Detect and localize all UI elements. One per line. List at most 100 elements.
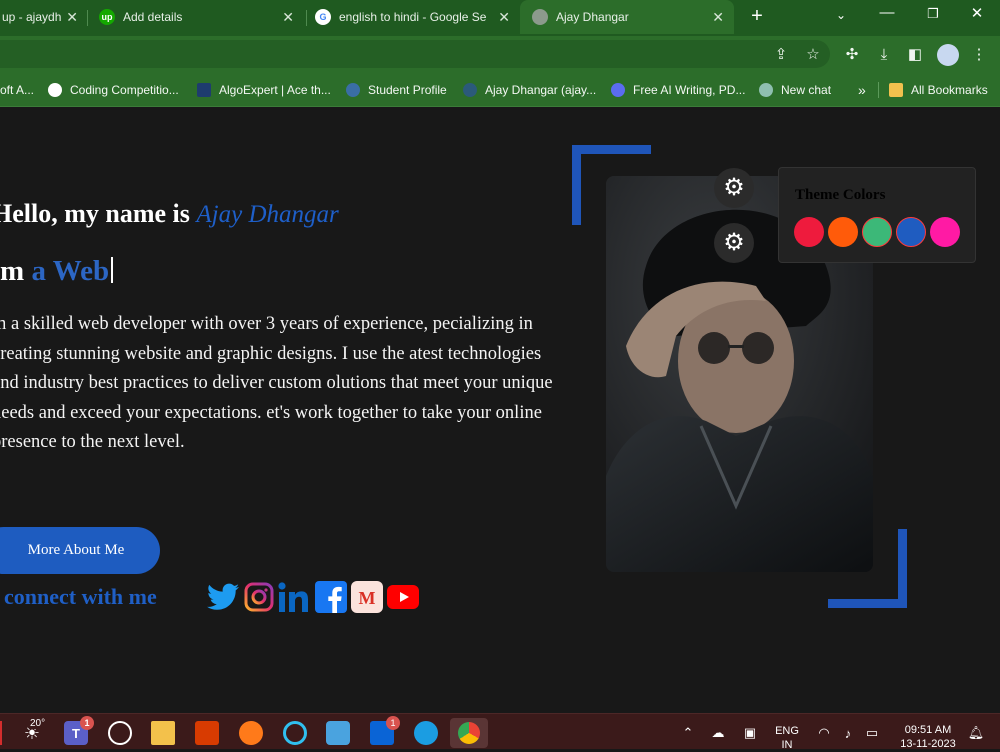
address-bar[interactable]: ⇪ ☆ — [0, 40, 830, 68]
theme-swatch-blue[interactable] — [896, 217, 926, 247]
download-icon[interactable]: ⤓ — [875, 45, 893, 63]
tab-strip: up - ajaydh ✕ up Add details ✕ G english… — [0, 0, 1000, 36]
extensions-icon[interactable]: ✣ — [843, 45, 861, 63]
close-icon[interactable]: ✕ — [66, 9, 78, 26]
bookmark-label: New chat — [781, 83, 832, 97]
github-desktop-icon[interactable] — [108, 721, 132, 745]
bookmark-item[interactable]: Student Profile — [346, 81, 447, 99]
folder-icon — [889, 83, 903, 97]
connect-heading: connect with me — [4, 584, 157, 609]
theme-swatch-red[interactable] — [794, 217, 824, 247]
gear-icon: ⚙ — [723, 229, 745, 256]
all-bookmarks-button[interactable]: All Bookmarks — [889, 81, 988, 99]
weather-widget[interactable]: ☀ 20° — [20, 718, 46, 745]
star-icon[interactable]: ☆ — [804, 45, 822, 63]
greeting-text: Hello, my name is — [0, 199, 197, 228]
bookmark-label: Ajay Dhangar (ajay... — [485, 83, 597, 97]
side-panel-icon[interactable]: ◧ — [906, 45, 924, 63]
bookmark-item[interactable]: oft A... — [0, 81, 34, 99]
bookmark-item[interactable]: Free AI Writing, PD... — [611, 81, 745, 99]
share-icon[interactable]: ⇪ — [772, 45, 790, 63]
teams-icon[interactable]: T 1 — [64, 716, 94, 745]
close-window-button[interactable]: ✕ — [962, 4, 992, 22]
youtube-icon[interactable] — [386, 580, 420, 614]
frame-corner-bottom — [898, 529, 907, 608]
weather-temp: 20° — [30, 718, 46, 729]
github-icon — [463, 83, 477, 97]
hero-description: m a skilled web developer with over 3 ye… — [0, 314, 553, 453]
more-about-me-button[interactable]: More About Me — [0, 527, 160, 574]
bookmark-label: All Bookmarks — [911, 83, 988, 97]
gmail-icon[interactable]: M — [350, 580, 384, 614]
wifi-icon[interactable]: ◠ — [812, 721, 836, 745]
hero-greeting: Hello, my name is Ajay Dhangar — [0, 199, 339, 229]
app-tray-icon[interactable]: ▣ — [738, 721, 762, 745]
chrome-taskbar-button[interactable] — [450, 718, 488, 748]
algoexpert-icon — [197, 83, 211, 97]
minimize-button[interactable]: — — [872, 4, 902, 21]
facebook-icon[interactable] — [314, 580, 348, 614]
google-icon: G — [315, 9, 331, 25]
app-icon[interactable] — [0, 721, 2, 745]
tab-ajay-dhangar[interactable]: Ajay Dhangar ✕ — [520, 0, 734, 34]
tab-upwork-profile[interactable]: up - ajaydh ✕ — [0, 0, 84, 34]
role-typed-text: a Web — [31, 255, 110, 287]
chrome-icon — [458, 722, 480, 744]
close-icon[interactable]: ✕ — [498, 9, 510, 26]
bookmark-label: Student Profile — [368, 83, 447, 97]
volume-icon[interactable]: ♪ — [836, 721, 860, 745]
tab-add-details[interactable]: up Add details ✕ — [99, 0, 304, 34]
google-icon — [48, 83, 62, 97]
cloud-icon[interactable]: ☁ — [706, 721, 730, 745]
theme-swatch-orange[interactable] — [828, 217, 858, 247]
bookmark-label: Coding Competitio... — [70, 83, 179, 97]
tab-google-translate[interactable]: G english to hindi - Google Se ✕ — [315, 0, 520, 34]
theme-swatch-green[interactable] — [862, 217, 892, 247]
twitter-icon[interactable] — [206, 580, 240, 614]
settings-gear-button[interactable]: ⚙ — [714, 168, 754, 208]
bookmark-item[interactable]: Coding Competitio... — [48, 81, 179, 99]
tab-title: Add details — [123, 10, 183, 24]
menu-icon[interactable]: ⋮ — [970, 45, 988, 63]
file-explorer-icon[interactable] — [151, 721, 175, 745]
tab-title: Ajay Dhangar — [556, 10, 629, 24]
browser-toolbar: ⇪ ☆ ✣ ⤓ ◧ ⋮ — [0, 36, 1000, 72]
language-indicator[interactable]: ENG IN — [770, 724, 804, 752]
linkedin-icon[interactable] — [278, 580, 312, 614]
frame-corner-bottom — [828, 599, 907, 608]
cortana-icon[interactable] — [283, 721, 307, 745]
frame-corner-top — [572, 145, 581, 225]
edge-icon[interactable] — [414, 721, 438, 745]
clock[interactable]: 09:51 AM 13-11-2023 — [890, 723, 966, 751]
theme-toggle-gear-button[interactable]: ⚙ — [714, 223, 754, 263]
avatar[interactable] — [937, 44, 959, 66]
battery-icon[interactable]: ▭ — [860, 721, 884, 745]
chevron-down-icon[interactable]: ⌄ — [826, 8, 856, 22]
chevron-up-icon[interactable]: ⌃ — [676, 721, 700, 745]
notification-bell-icon[interactable]: 🔔︎ — [964, 721, 988, 745]
mail-icon[interactable]: 1 — [370, 716, 400, 745]
firefox-icon[interactable] — [239, 721, 263, 745]
photos-icon[interactable] — [326, 721, 350, 745]
restore-button[interactable]: ❐ — [918, 6, 948, 22]
bookmark-label: Free AI Writing, PD... — [633, 83, 746, 97]
chatgpt-icon — [759, 83, 773, 97]
tab-title: english to hindi - Google Se — [339, 10, 487, 24]
bookmark-item[interactable]: AlgoExpert | Ace th... — [197, 81, 331, 99]
windows-taskbar: ☀ 20° T 1 1 ⌃ ☁ ▣ ENG IN ◠ ♪ ▭ 09:51 AM … — [0, 713, 1000, 752]
frame-corner-top — [572, 145, 651, 154]
more-bookmarks-button[interactable]: » — [858, 81, 866, 99]
theme-swatch-pink[interactable] — [930, 217, 960, 247]
hero-role: 'm a Web — [0, 255, 114, 288]
office-icon[interactable] — [195, 721, 219, 745]
new-tab-button[interactable]: + — [742, 5, 772, 28]
bookmark-item[interactable]: Ajay Dhangar (ajay... — [463, 81, 596, 99]
instagram-icon[interactable] — [242, 580, 276, 614]
globe-icon — [532, 9, 548, 25]
bookmark-item[interactable]: New chat — [759, 81, 831, 99]
close-icon[interactable]: ✕ — [282, 9, 294, 26]
lang-bottom: IN — [781, 739, 793, 751]
close-icon[interactable]: ✕ — [712, 9, 724, 26]
bookmark-label: oft A... — [0, 83, 35, 97]
bookmarks-bar: oft A... Coding Competitio... AlgoExpert… — [0, 72, 1000, 107]
